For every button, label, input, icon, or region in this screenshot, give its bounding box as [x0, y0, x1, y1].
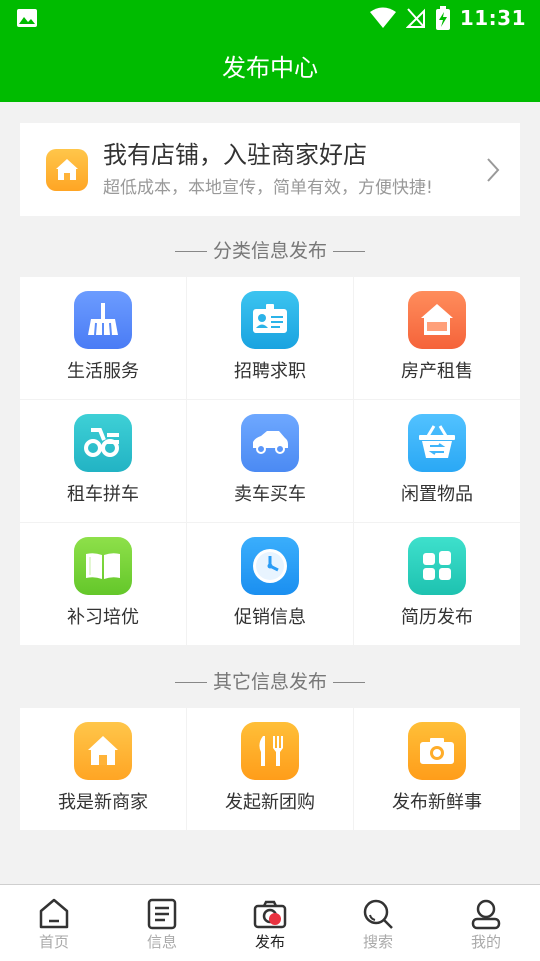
nav-label: 发布 [254, 933, 285, 951]
category-item-second-hand[interactable]: 闲置物品 [354, 400, 520, 522]
clock-icon [241, 537, 299, 595]
category-label: 租车拼车 [67, 484, 139, 505]
category-label: 生活服务 [67, 361, 139, 382]
other-item-new-merchant[interactable]: 我是新商家 [20, 708, 186, 830]
category-item-jobs[interactable]: 招聘求职 [187, 277, 353, 399]
other-item-news[interactable]: 发布新鲜事 [354, 708, 520, 830]
other-grid: 我是新商家 发起新团购 发布新鲜事 [20, 708, 520, 830]
nav-item-mine[interactable]: 我的 [432, 885, 540, 961]
broom-icon [74, 291, 132, 349]
category-item-tutoring[interactable]: 补习培优 [20, 523, 186, 645]
merchant-join-banner[interactable]: 我有店铺，入驻商家好店 超低成本，本地宣传，简单有效，方便快捷! [20, 123, 520, 216]
wifi-icon [369, 7, 396, 28]
cutlery-icon [241, 722, 299, 780]
other-label: 发布新鲜事 [392, 792, 482, 813]
category-label: 促销信息 [234, 607, 306, 628]
category-label: 招聘求职 [234, 361, 306, 382]
list-icon [147, 898, 177, 930]
category-item-car-trade[interactable]: 卖车买车 [187, 400, 353, 522]
category-item-promotion[interactable]: 促销信息 [187, 523, 353, 645]
category-section-title: 分类信息发布 [0, 237, 540, 265]
status-indicators: 11:31 [369, 6, 526, 30]
nav-label: 搜索 [362, 933, 393, 951]
nav-item-search[interactable]: 搜索 [324, 885, 432, 961]
category-grid: 生活服务 招聘求职 房产租售 租车拼车 卖车买车 闲置物品 补习培优 促销信息 … [20, 277, 520, 645]
bike-icon [74, 414, 132, 472]
category-item-resume[interactable]: 简历发布 [354, 523, 520, 645]
chevron-right-icon [487, 158, 500, 182]
bottom-navigation: 首页 信息 发布 搜索 我的 [0, 884, 540, 961]
other-label: 我是新商家 [58, 792, 148, 813]
category-label: 房产租售 [401, 361, 473, 382]
other-section-title: 其它信息发布 [0, 668, 540, 696]
nav-label: 信息 [146, 933, 177, 951]
category-item-car-rental[interactable]: 租车拼车 [20, 400, 186, 522]
category-label: 简历发布 [401, 607, 473, 628]
home-icon [39, 898, 69, 929]
id-card-icon [241, 291, 299, 349]
status-time: 11:31 [459, 6, 526, 30]
search-icon [363, 899, 393, 929]
shop-icon [46, 149, 88, 191]
gallery-icon [17, 9, 37, 27]
status-bar: 11:31 [0, 0, 540, 36]
car-icon [241, 414, 299, 472]
no-signal-icon [405, 8, 425, 28]
nav-label: 首页 [38, 933, 69, 951]
battery-icon [435, 6, 450, 30]
category-item-life-service[interactable]: 生活服务 [20, 277, 186, 399]
page-title: 发布中心 [222, 54, 318, 82]
other-label: 发起新团购 [225, 792, 315, 813]
nav-item-home[interactable]: 首页 [0, 885, 108, 961]
blocks-icon [408, 537, 466, 595]
category-item-real-estate[interactable]: 房产租售 [354, 277, 520, 399]
camera-icon [253, 900, 287, 929]
book-icon [74, 537, 132, 595]
camera-icon [408, 722, 466, 780]
nav-item-info[interactable]: 信息 [108, 885, 216, 961]
nav-item-publish[interactable]: 发布 [216, 885, 324, 961]
category-label: 闲置物品 [401, 484, 473, 505]
other-item-group-buy[interactable]: 发起新团购 [187, 708, 353, 830]
app-header: 11:31 发布中心 [0, 0, 540, 102]
nav-label: 我的 [470, 933, 501, 951]
category-label: 补习培优 [67, 607, 139, 628]
category-label: 卖车买车 [234, 484, 306, 505]
merchant-banner-title: 我有店铺，入驻商家好店 [103, 141, 367, 169]
merchant-banner-subtitle: 超低成本，本地宣传，简单有效，方便快捷! [103, 178, 433, 198]
shop-icon [74, 722, 132, 780]
user-icon [471, 899, 501, 930]
house-icon [408, 291, 466, 349]
basket-icon [408, 414, 466, 472]
